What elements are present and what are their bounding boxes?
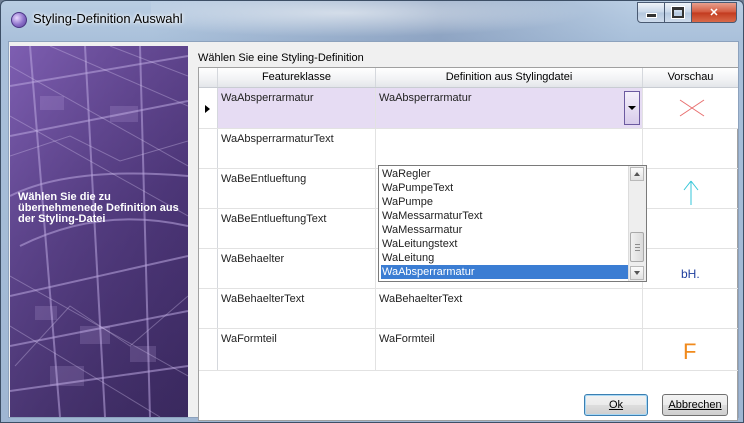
window-title: Styling-Definition Auswahl: [33, 11, 183, 26]
vorschau-cell: F: [643, 329, 738, 370]
featureklasse-cell: WaFormteil: [218, 329, 376, 370]
table-row[interactable]: WaAbsperrarmaturText: [199, 129, 738, 169]
cyan-arrow-symbol-icon: [683, 180, 699, 205]
dialog-window: Styling-Definition Auswahl ✕ Wählen Sie …: [0, 0, 744, 423]
featureklasse-cell: WaBeEntlueftungText: [218, 209, 376, 248]
close-icon: ✕: [709, 7, 719, 19]
maximize-icon: [672, 7, 684, 18]
dropdown-option[interactable]: WaPumpe: [381, 195, 629, 209]
preview-text-bh: bH.: [681, 267, 700, 281]
row-header[interactable]: [199, 249, 218, 288]
cancel-button-label: Abbrechen: [668, 399, 722, 411]
row-header[interactable]: [199, 129, 218, 168]
chevron-up-icon: [634, 172, 640, 176]
minimize-button[interactable]: [637, 2, 665, 23]
scroll-thumb[interactable]: [630, 232, 644, 262]
maximize-button[interactable]: [665, 2, 692, 23]
chevron-down-icon: [634, 271, 640, 275]
featureklasse-cell: WaAbsperrarmatur: [218, 88, 376, 128]
ok-button[interactable]: Ok: [584, 394, 648, 416]
vorschau-cell: [643, 169, 738, 208]
city-map-background: [10, 46, 188, 417]
table-row[interactable]: WaBehaelterText WaBehaelterText: [199, 289, 738, 329]
definition-cell[interactable]: [376, 129, 643, 168]
definition-cell[interactable]: WaFormteil: [376, 329, 643, 370]
row-header-corner: [199, 68, 218, 87]
vorschau-cell: bH.: [643, 249, 738, 288]
title-bar-decoration: [151, 1, 631, 41]
ok-button-label: Ok: [608, 399, 624, 411]
definition-combobox[interactable]: WaAbsperrarmatur: [376, 88, 643, 128]
app-icon: [11, 12, 27, 28]
title-bar[interactable]: Styling-Definition Auswahl ✕: [1, 1, 743, 41]
dropdown-option[interactable]: WaLeitungstext: [381, 237, 629, 251]
combobox-dropdown-button[interactable]: [624, 91, 640, 125]
column-header-vorschau[interactable]: Vorschau: [643, 68, 738, 87]
vorschau-cell: [643, 289, 738, 328]
dialog-client-area: Wählen Sie die zu übernehmenede Definiti…: [8, 41, 739, 421]
row-header[interactable]: [199, 329, 218, 370]
grip-line: [635, 247, 640, 248]
close-button[interactable]: ✕: [692, 2, 737, 23]
featureklasse-cell: WaBehaelterText: [218, 289, 376, 328]
preview-text-f: F: [683, 339, 697, 364]
row-header[interactable]: [199, 289, 218, 328]
cancel-button[interactable]: Abbrechen: [662, 394, 728, 416]
caption-buttons: ✕: [637, 2, 737, 23]
definition-combobox-value: WaAbsperrarmatur: [379, 92, 472, 104]
styling-grid[interactable]: Featureklasse Definition aus Stylingdate…: [198, 67, 738, 421]
table-row[interactable]: WaFormteil WaFormteil F: [199, 329, 738, 371]
row-header[interactable]: [199, 169, 218, 208]
red-cross-symbol-icon: [679, 99, 705, 117]
side-panel-instructions: Wählen Sie die zu übernehmenede Definiti…: [18, 191, 179, 225]
current-row-indicator-icon: [205, 105, 210, 113]
scroll-down-button[interactable]: [630, 266, 644, 280]
grip-line: [635, 250, 640, 251]
dropdown-option[interactable]: WaRegler: [381, 167, 629, 181]
grid-header: Featureklasse Definition aus Stylingdate…: [199, 68, 738, 88]
dropdown-option[interactable]: WaPumpeText: [381, 181, 629, 195]
chevron-down-icon: [628, 106, 636, 110]
dropdown-scrollbar[interactable]: [628, 166, 646, 281]
definition-cell[interactable]: WaBehaelterText: [376, 289, 643, 328]
dropdown-option[interactable]: WaMessarmatur: [381, 223, 629, 237]
row-header[interactable]: [199, 88, 218, 128]
column-header-definition[interactable]: Definition aus Stylingdatei: [376, 68, 643, 87]
dropdown-option-selected[interactable]: WaAbsperrarmatur: [381, 265, 629, 279]
featureklasse-cell: WaAbsperrarmaturText: [218, 129, 376, 168]
dropdown-option[interactable]: WaMessarmaturText: [381, 209, 629, 223]
vorschau-cell: [643, 209, 738, 248]
definition-dropdown-list[interactable]: WaRegler WaPumpeText WaPumpe WaMessarmat…: [378, 165, 647, 282]
grip-line: [635, 244, 640, 245]
dropdown-option[interactable]: WaLeitung: [381, 251, 629, 265]
grid-title: Wählen Sie eine Styling-Definition: [198, 52, 364, 64]
vorschau-cell: [643, 129, 738, 168]
featureklasse-cell: WaBeEntlueftung: [218, 169, 376, 208]
row-header[interactable]: [199, 209, 218, 248]
vorschau-cell: [643, 88, 738, 128]
table-row[interactable]: WaAbsperrarmatur WaAbsperrarmatur: [199, 88, 738, 129]
side-panel: Wählen Sie die zu übernehmenede Definiti…: [10, 46, 188, 417]
featureklasse-cell: WaBehaelter: [218, 249, 376, 288]
column-header-featureklasse[interactable]: Featureklasse: [218, 68, 376, 87]
scroll-up-button[interactable]: [630, 167, 644, 181]
minimize-icon: [645, 13, 657, 18]
